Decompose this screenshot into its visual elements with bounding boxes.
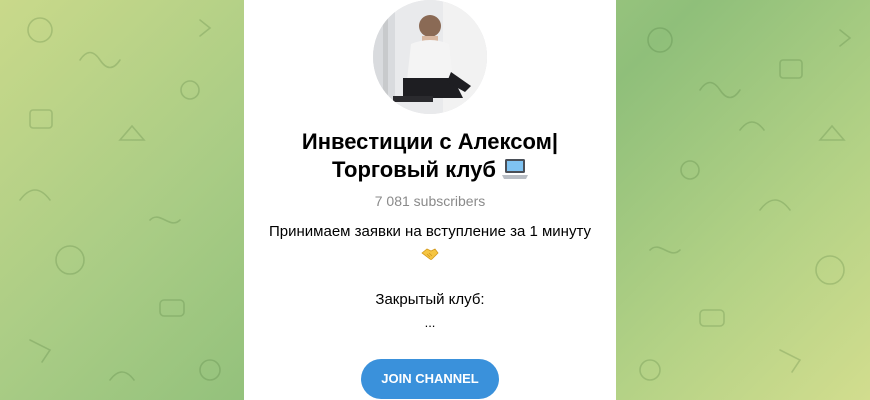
channel-avatar[interactable] [373,0,487,114]
channel-description: Принимаем заявки на вступление за 1 мину… [269,223,591,240]
avatar-photo [373,0,487,114]
description-ellipsis: ... [424,315,436,330]
handshake-icon [421,248,439,260]
channel-title-line2-wrap: Торговый клуб [244,156,616,184]
closed-club-label: Закрытый клуб: [375,291,485,308]
channel-card: Инвестиции с Алексом| Торговый клуб 7 08… [244,0,616,400]
subscriber-count: 7 081 subscribers [374,193,486,209]
join-channel-button[interactable]: JOIN CHANNEL [361,359,499,399]
channel-title-line2: Торговый клуб [332,157,496,182]
channel-title-line1: Инвестиции с Алексом| [301,129,559,154]
laptop-icon [501,159,528,179]
channel-title: Инвестиции с Алексом| Торговый клуб [244,128,616,184]
